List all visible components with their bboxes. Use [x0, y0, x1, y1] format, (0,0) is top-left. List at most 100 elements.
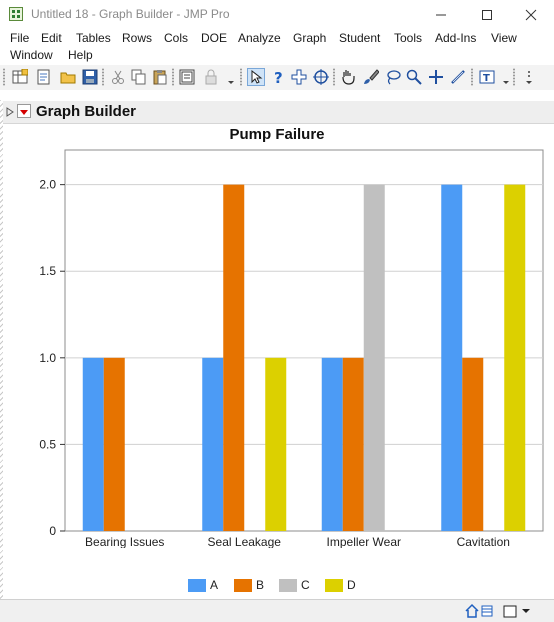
menu-analyze[interactable]: Analyze: [238, 31, 281, 45]
menu-tools[interactable]: Tools: [394, 31, 422, 45]
home-icon[interactable]: [464, 603, 480, 619]
arrow-tool-icon[interactable]: [247, 68, 265, 86]
title-bar: Untitled 18 - Graph Builder - JMP Pro: [0, 0, 554, 30]
legend-label-a: A: [210, 578, 219, 592]
toolbar-overflow-icon[interactable]: [520, 68, 538, 86]
bar-b[interactable]: [103, 357, 125, 531]
x-tick-label: Bearing Issues: [85, 535, 164, 548]
legend-item-c[interactable]: C: [279, 577, 310, 593]
maximize-icon: [482, 10, 492, 20]
menu-graph[interactable]: Graph: [293, 31, 326, 45]
legend-swatch-d: [325, 578, 343, 592]
red-triangle-icon: [20, 110, 28, 115]
close-button[interactable]: [508, 0, 554, 30]
legend-label-b: B: [256, 578, 265, 592]
toolbar-grip[interactable]: [3, 68, 5, 86]
maximize-button[interactable]: [464, 0, 510, 30]
minimize-icon: [436, 14, 446, 16]
menu-view[interactable]: View: [491, 31, 517, 45]
x-tick-label: Cavitation: [457, 535, 510, 548]
svg-text:T: T: [483, 73, 490, 84]
text-annotation-icon[interactable]: T: [478, 68, 496, 86]
legend-item-a[interactable]: A: [188, 577, 218, 593]
menu-tables[interactable]: Tables: [76, 31, 111, 45]
legend-label-c: C: [301, 578, 310, 592]
lasso-tool-icon[interactable]: [384, 68, 402, 86]
x-tick-label: Seal Leakage: [208, 535, 282, 548]
cut-icon[interactable]: [109, 68, 127, 86]
jmp-app-icon: [9, 7, 23, 21]
window-title: Untitled 18 - Graph Builder - JMP Pro: [31, 7, 230, 21]
save-icon[interactable]: [81, 68, 99, 86]
status-bar: [0, 599, 554, 622]
chart-title: Pump Failure: [229, 126, 325, 143]
bar-chart: 0 0.5 1.0 1.5 2.0 Bearing Issues Seal Leakage I…: [39, 149, 544, 548]
menu-rows[interactable]: Rows: [122, 31, 152, 45]
new-data-table-icon[interactable]: [11, 68, 29, 86]
menu-file[interactable]: File: [10, 31, 29, 45]
legend-swatch-b: [234, 578, 252, 592]
bar-b[interactable]: [462, 357, 484, 531]
toolbar-separator: [471, 68, 473, 86]
chart-legend[interactable]: A B C D: [0, 577, 554, 595]
crosshair-icon[interactable]: [312, 68, 330, 86]
open-file-icon[interactable]: [59, 68, 77, 86]
bar-a[interactable]: [82, 357, 104, 531]
svg-text:?: ?: [274, 69, 283, 85]
menu-doe[interactable]: DOE: [201, 31, 227, 45]
y-tick-label: 0: [49, 524, 56, 538]
paste-icon[interactable]: [151, 68, 169, 86]
menu-cols[interactable]: Cols: [164, 31, 188, 45]
red-triangle-menu-button[interactable]: [17, 104, 31, 118]
toolbar: ? T: [0, 65, 554, 90]
y-tick-label: 1.0: [39, 351, 56, 365]
menu-window[interactable]: Window: [10, 48, 53, 62]
menu-add-ins[interactable]: Add-Ins: [435, 31, 476, 45]
bar-a[interactable]: [321, 357, 343, 531]
window-list-dropdown-icon[interactable]: [521, 603, 531, 619]
menu-bar: File Edit Tables Rows Cols DOE Analyze G…: [0, 30, 554, 64]
legend-item-b[interactable]: B: [234, 577, 264, 593]
menu-student[interactable]: Student: [339, 31, 380, 45]
lock-dropdown-icon[interactable]: [222, 68, 240, 86]
new-script-icon[interactable]: [35, 68, 53, 86]
bar-b[interactable]: [342, 357, 364, 531]
minimize-button[interactable]: [418, 0, 464, 30]
data-grid-icon[interactable]: [178, 68, 196, 86]
toolbar-separator: [333, 68, 335, 86]
outline-title: Graph Builder: [36, 103, 137, 120]
legend-swatch-c: [279, 578, 297, 592]
help-tool-icon[interactable]: ?: [269, 68, 287, 86]
y-tick-label: 2.0: [39, 178, 56, 192]
add-tool-icon[interactable]: [427, 68, 445, 86]
hand-tool-icon[interactable]: [339, 68, 357, 86]
bar-a[interactable]: [202, 357, 224, 531]
legend-label-d: D: [347, 578, 356, 592]
menu-edit[interactable]: Edit: [41, 31, 62, 45]
legend-item-d[interactable]: D: [325, 577, 356, 593]
bar-d[interactable]: [504, 184, 526, 532]
window-list-icon[interactable]: [503, 603, 517, 619]
selection-tool-icon[interactable]: [290, 68, 308, 86]
line-tool-icon[interactable]: [449, 68, 467, 86]
bar-c[interactable]: [363, 184, 385, 532]
bar-b[interactable]: [223, 184, 245, 532]
x-tick-label: Impeller Wear: [327, 535, 401, 548]
brush-tool-icon[interactable]: [362, 68, 380, 86]
toolbar-separator: [240, 68, 242, 86]
magnifier-icon[interactable]: [405, 68, 423, 86]
toolbar-separator: [102, 68, 104, 86]
disclosure-triangle-icon[interactable]: [5, 106, 15, 118]
bar-a[interactable]: [441, 184, 463, 532]
menu-help[interactable]: Help: [68, 48, 93, 62]
lock-icon[interactable]: [202, 68, 220, 86]
toolbar-separator: [513, 68, 515, 86]
y-tick-label: 1.5: [39, 264, 56, 278]
copy-icon[interactable]: [130, 68, 148, 86]
y-tick-label: 0.5: [39, 437, 56, 451]
close-icon: [525, 9, 537, 21]
bar-d[interactable]: [265, 357, 287, 531]
legend-swatch-a: [188, 578, 206, 592]
table-list-icon[interactable]: [481, 603, 493, 619]
toolbar-separator: [172, 68, 174, 86]
